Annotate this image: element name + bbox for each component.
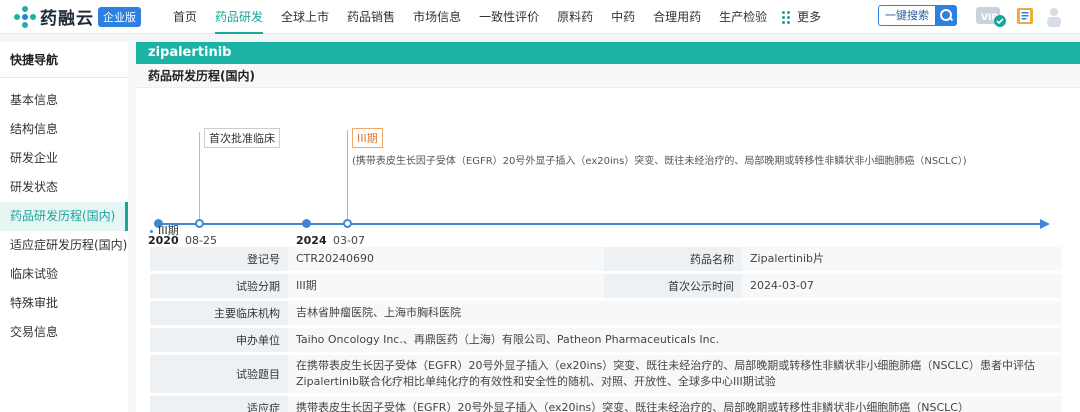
nav-more[interactable]: 更多 (776, 0, 827, 34)
book-icon[interactable] (1015, 6, 1035, 26)
nav-item-drug-rd[interactable]: 药品研发 (206, 0, 272, 34)
nav-more-label: 更多 (797, 10, 822, 24)
indication-label: 适应症 (150, 396, 288, 412)
main-nav: 首页 药品研发 全球上市 药品销售 市场信息 一致性评价 原料药 中药 合理用药… (164, 0, 827, 34)
timeline-dot-phase3[interactable] (343, 219, 352, 228)
nav-item-rational-use[interactable]: 合理用药 (644, 0, 710, 34)
search-box: 一键搜索 (878, 5, 957, 26)
nav-item-production[interactable]: 生产检验 (710, 0, 776, 34)
trial-detail-table: 登记号 CTR20240690 药品名称 Zipalertinib片 试验分期 … (150, 244, 1062, 412)
reg-no-label: 登记号 (150, 247, 288, 271)
sites-label: 主要临床机构 (150, 301, 288, 325)
edition-badge: 企业版 (98, 6, 141, 27)
sidebar: 快捷导航 基本信息 结构信息 研发企业 研发状态 药品研发历程(国内) 适应症研… (0, 42, 128, 412)
timeline-note-phase3: (携带表皮生长因子受体（EGFR）20号外显子插入（ex20ins）突变、既往未… (352, 156, 967, 167)
phase-label: 试验分期 (150, 274, 288, 298)
table-row: 试验题目 在携带表皮生长因子受体（EGFR）20号外显子插入（ex20ins）突… (150, 355, 1062, 393)
rd-timeline: 首次批准临床 III期 (携带表皮生长因子受体（EGFR）20号外显子插入（ex… (136, 88, 1080, 258)
section-title: 药品研发历程(国内) (136, 64, 1080, 88)
table-row: 登记号 CTR20240690 药品名称 Zipalertinib片 (150, 247, 1062, 271)
nav-item-market-info[interactable]: 市场信息 (404, 0, 470, 34)
nav-item-home[interactable]: 首页 (164, 0, 206, 34)
timeline-axis (154, 223, 1044, 225)
sidebar-item-transactions[interactable]: 交易信息 (0, 318, 128, 347)
table-row: 申办单位 Taiho Oncology Inc.、再鼎医药（上海）有限公司、Pa… (150, 328, 1062, 352)
drug-name-value: Zipalertinib片 (742, 247, 1062, 271)
search-icon[interactable] (935, 5, 957, 26)
main-panel: zipalertinib 药品研发历程(国内) 首次批准临床 III期 (携带表… (136, 42, 1080, 412)
applicant-value: Taiho Oncology Inc.、再鼎医药（上海）有限公司、Patheon… (288, 328, 1062, 352)
phase-tag: III期 (150, 222, 179, 238)
sidebar-title: 快捷导航 (0, 42, 128, 78)
timeline-label-phase3[interactable]: III期 (352, 128, 383, 148)
top-bar: 药融云 企业版 首页 药品研发 全球上市 药品销售 市场信息 一致性评价 原料药… (0, 0, 1080, 34)
brand-name: 药融云 (40, 9, 94, 29)
first-pub-value: 2024-03-07 (742, 274, 1062, 298)
logo-icon (14, 5, 36, 28)
drug-name-header: zipalertinib (136, 42, 1080, 64)
table-row: 试验分期 III期 首次公示时间 2024-03-07 (150, 274, 1062, 298)
sidebar-item-rd-history[interactable]: 药品研发历程(国内) (0, 202, 128, 231)
sidebar-item-basic-info[interactable]: 基本信息 (0, 86, 128, 115)
first-pub-label: 首次公示时间 (604, 274, 742, 298)
nav-item-api[interactable]: 原料药 (548, 0, 602, 34)
phase-value: III期 (288, 274, 604, 298)
vip-icon[interactable]: VIP (975, 4, 1007, 28)
timeline-dot-approval[interactable] (195, 219, 204, 228)
sidebar-item-indication-history[interactable]: 适应症研发历程(国内) (0, 231, 128, 260)
timeline-stem-approval (199, 132, 200, 220)
reg-no-value[interactable]: CTR20240690 (288, 247, 604, 271)
sites-value: 吉林省肿瘤医院、上海市胸科医院 (288, 301, 1062, 325)
quick-search-button[interactable]: 一键搜索 (878, 5, 935, 26)
applicant-label: 申办单位 (150, 328, 288, 352)
sidebar-item-rd-status[interactable]: 研发状态 (0, 173, 128, 202)
nav-item-consistency[interactable]: 一致性评价 (470, 0, 548, 34)
drug-name-label: 药品名称 (604, 247, 742, 271)
trial-title-value: 在携带表皮生长因子受体（EGFR）20号外显子插入（ex20ins）突变、既往未… (288, 355, 1062, 393)
sidebar-item-rd-company[interactable]: 研发企业 (0, 144, 128, 173)
grid-dots-icon (782, 10, 792, 24)
brand-logo[interactable]: 药融云 企业版 (14, 4, 164, 29)
nav-item-drug-sales[interactable]: 药品销售 (338, 0, 404, 34)
timeline-arrow-icon (1040, 219, 1050, 229)
timeline-label-first-approval[interactable]: 首次批准临床 (204, 128, 280, 148)
nav-item-tcm[interactable]: 中药 (602, 0, 644, 34)
indication-value: 携带表皮生长因子受体（EGFR）20号外显子插入（ex20ins）突变、既往未经… (288, 396, 1062, 412)
sidebar-item-structure[interactable]: 结构信息 (0, 115, 128, 144)
trial-title-label: 试验题目 (150, 355, 288, 393)
sidebar-item-clinical-trials[interactable]: 临床试验 (0, 260, 128, 289)
timeline-dot-year-2024 (302, 219, 311, 228)
table-row: 适应症 携带表皮生长因子受体（EGFR）20号外显子插入（ex20ins）突变、… (150, 396, 1062, 412)
user-avatar-icon[interactable] (1045, 5, 1063, 29)
sidebar-item-special-approval[interactable]: 特殊审批 (0, 289, 128, 318)
timeline-stem-phase3 (347, 130, 348, 220)
table-row: 主要临床机构 吉林省肿瘤医院、上海市胸科医院 (150, 301, 1062, 325)
nav-item-global-market[interactable]: 全球上市 (272, 0, 338, 34)
